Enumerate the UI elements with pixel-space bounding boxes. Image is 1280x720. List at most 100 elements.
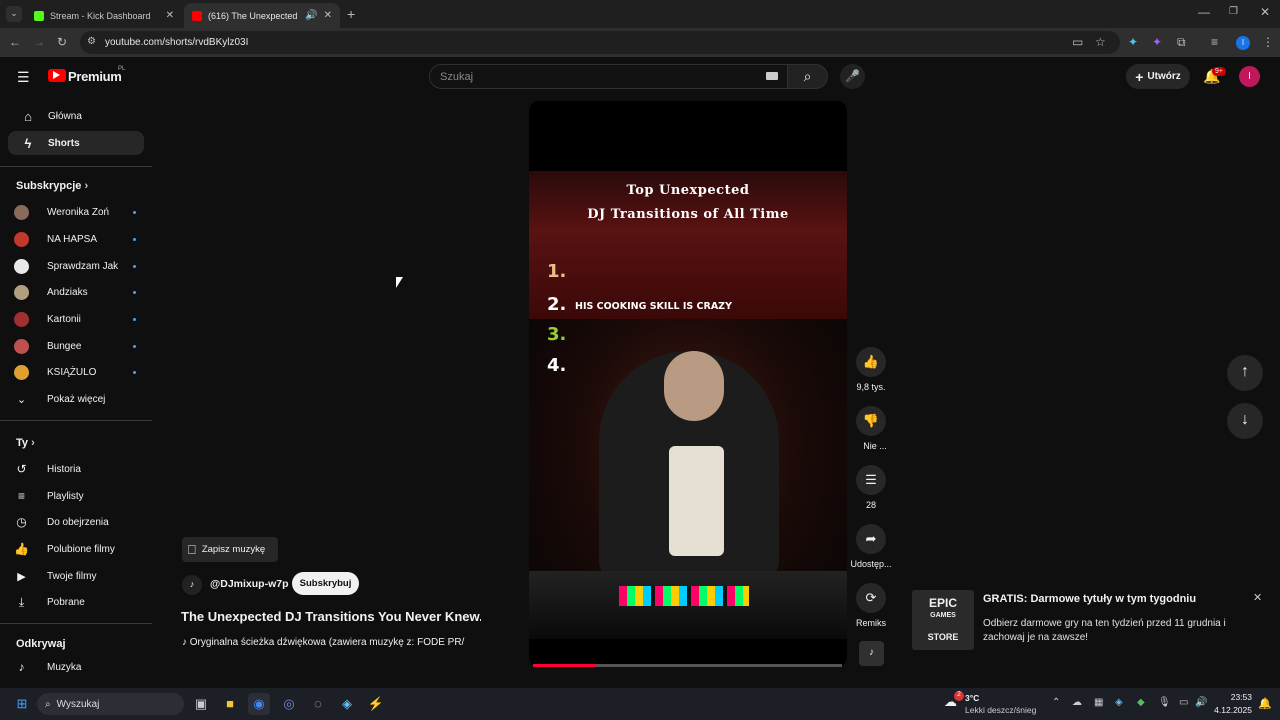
- app-icon[interactable]: ◌: [307, 693, 329, 715]
- chrome-icon[interactable]: ◉: [248, 693, 270, 715]
- keyboard-icon[interactable]: [766, 72, 778, 80]
- subscription-item[interactable]: Andziaks: [14, 281, 136, 303]
- tab-title: (616) The Unexpected DJ Tr: [208, 10, 299, 21]
- profile-icon[interactable]: I: [1236, 36, 1250, 50]
- sidebar-item-watch-later[interactable]: ◷ Do obejrzenia: [14, 511, 136, 533]
- comments-button[interactable]: ☰: [856, 465, 886, 495]
- microphone-icon[interactable]: 🎙: [1158, 697, 1171, 708]
- sidebar-item-liked[interactable]: 👍 Polubione filmy: [14, 538, 136, 560]
- sound-thumbnail[interactable]: ♪: [859, 641, 884, 666]
- dislike-button[interactable]: 👎: [856, 406, 886, 436]
- sidebar-item-music[interactable]: ♪ Muzyka: [14, 656, 136, 678]
- extension-icon[interactable]: ✦: [1152, 35, 1162, 49]
- subscription-item[interactable]: Bungee: [14, 335, 136, 357]
- speaker-icon[interactable]: 🔊: [305, 10, 317, 21]
- close-window-icon[interactable]: ✕: [1260, 5, 1270, 19]
- share-button[interactable]: ➦: [856, 524, 886, 554]
- search-placeholder: Szukaj: [440, 71, 474, 83]
- account-avatar[interactable]: I: [1239, 66, 1260, 87]
- list-item-text: HIS COOKING SKILL IS CRAZY: [575, 301, 732, 312]
- close-tab-icon[interactable]: ✕: [324, 10, 332, 21]
- audio-track[interactable]: ♪ Oryginalna ścieżka dźwiękowa (zawiera …: [182, 637, 480, 648]
- taskbar-search-box[interactable]: ⌕ Wyszukaj: [37, 693, 184, 715]
- notification-center-icon[interactable]: 🔔: [1258, 697, 1272, 710]
- sidebar-item-label: Twoje filmy: [47, 570, 97, 582]
- tab-search-icon[interactable]: ⌄: [6, 6, 22, 22]
- next-short-button[interactable]: ↓: [1227, 403, 1263, 439]
- media-control-icon[interactable]: ≡: [1211, 35, 1218, 49]
- create-button[interactable]: + Utwórz: [1126, 64, 1190, 89]
- save-music-button[interactable]: ⎕ Zapisz muzykę: [182, 537, 278, 562]
- hamburger-menu-icon[interactable]: ☰: [17, 69, 30, 86]
- epic-logo-text: EPIC: [928, 596, 957, 610]
- sidebar-item-history[interactable]: ↺ Historia: [14, 458, 136, 480]
- new-tab-icon[interactable]: +: [347, 6, 355, 22]
- forward-icon[interactable]: →: [33, 35, 45, 49]
- reload-icon[interactable]: ↻: [57, 35, 67, 49]
- clock-date[interactable]: 4.12.2025: [1200, 705, 1252, 715]
- url-text[interactable]: youtube.com/shorts/rvdBKylz03I: [105, 37, 248, 48]
- steam-icon[interactable]: ◈: [336, 693, 358, 715]
- file-explorer-icon[interactable]: ■: [219, 693, 241, 715]
- chevron-up-icon[interactable]: ⌃: [1052, 697, 1060, 708]
- tray-icon[interactable]: ▦: [1094, 697, 1103, 708]
- sidebar-item-playlists[interactable]: ≡ Playlisty: [14, 485, 136, 507]
- windows-start-icon[interactable]: ⊞: [11, 693, 33, 715]
- tab-kick[interactable]: Stream - Kick Dashboard ✕: [26, 3, 182, 28]
- short-title[interactable]: The Unexpected DJ Transitions You Never …: [181, 609, 481, 624]
- short-video-player[interactable]: Top Unexpected DJ Transitions of All Tim…: [529, 101, 847, 667]
- weather-temp: 3°C: [965, 693, 980, 703]
- subscription-item[interactable]: Sprawdzam Jak: [14, 255, 136, 277]
- extensions-puzzle-icon[interactable]: ⧉: [1177, 35, 1186, 50]
- subscriptions-header[interactable]: Subskrypcje ›: [16, 180, 88, 192]
- close-tab-icon[interactable]: ✕: [166, 10, 174, 21]
- menu-kebab-icon[interactable]: ⋮: [1262, 35, 1274, 49]
- task-view-icon[interactable]: ▣: [190, 693, 212, 715]
- search-icon: ⌕: [45, 698, 51, 710]
- search-button[interactable]: ⌕: [787, 64, 828, 89]
- chevron-down-icon: ⌄: [16, 393, 27, 406]
- close-notification-icon[interactable]: ✕: [1253, 591, 1262, 604]
- app-icon[interactable]: ⚡: [365, 693, 387, 715]
- dj-face: [664, 351, 724, 421]
- premium-logo-text[interactable]: Premium: [68, 69, 122, 84]
- voice-search-button[interactable]: 🎤: [840, 64, 865, 89]
- you-header[interactable]: Ty ›: [16, 437, 35, 449]
- subscription-item[interactable]: Kartonii: [14, 308, 136, 330]
- onedrive-icon[interactable]: ☁: [1072, 697, 1082, 708]
- minimize-icon[interactable]: —: [1198, 5, 1210, 19]
- tray-icon[interactable]: ◆: [1137, 697, 1145, 708]
- subscription-item[interactable]: Weronika Zoń: [14, 201, 136, 223]
- channel-avatar[interactable]: ♪: [182, 575, 202, 595]
- channel-handle[interactable]: @DJmixup-w7p: [210, 578, 289, 590]
- subscribe-button[interactable]: Subskrybuj: [292, 572, 359, 595]
- subscription-item[interactable]: KSIĄŻULO: [14, 361, 136, 383]
- like-button[interactable]: 👍: [856, 347, 886, 377]
- dj-shirt: [669, 446, 724, 556]
- steam-tray-icon[interactable]: ◈: [1115, 697, 1123, 708]
- previous-short-button[interactable]: ↑: [1227, 355, 1263, 391]
- sidebar-item-downloads[interactable]: ⤓ Pobrane: [14, 591, 136, 613]
- discord-icon[interactable]: ◎: [278, 693, 300, 715]
- download-icon: ⤓: [18, 594, 25, 609]
- sidebar-item-your-videos[interactable]: ▶ Twoje filmy: [14, 565, 136, 587]
- site-info-icon[interactable]: ⚙: [87, 36, 96, 47]
- clock-time[interactable]: 23:53: [1216, 692, 1252, 702]
- extension-icon[interactable]: ✦: [1128, 35, 1138, 49]
- show-more-button[interactable]: ⌄ Pokaż więcej: [14, 388, 136, 410]
- subscription-item[interactable]: NA HAPSA: [14, 228, 136, 250]
- cast-icon[interactable]: ▭: [1072, 35, 1083, 49]
- remix-icon: ⟳: [865, 590, 877, 605]
- back-icon[interactable]: ←: [9, 35, 21, 49]
- tab-youtube[interactable]: (616) The Unexpected DJ Tr 🔊 ✕: [184, 3, 340, 28]
- plus-icon: +: [1135, 68, 1144, 85]
- explore-header: Odkrywaj: [16, 638, 66, 650]
- network-icon[interactable]: ▭: [1179, 697, 1188, 708]
- sidebar-item-shorts[interactable]: ϟ Shorts: [8, 131, 144, 155]
- bookmark-star-icon[interactable]: ☆: [1095, 35, 1106, 49]
- playlist-icon: ≡: [17, 489, 25, 503]
- search-input[interactable]: Szukaj: [429, 64, 788, 89]
- sidebar-item-home[interactable]: ⌂ Główna: [8, 104, 144, 128]
- restore-icon[interactable]: ❐: [1229, 6, 1238, 17]
- remix-button[interactable]: ⟳: [856, 583, 886, 613]
